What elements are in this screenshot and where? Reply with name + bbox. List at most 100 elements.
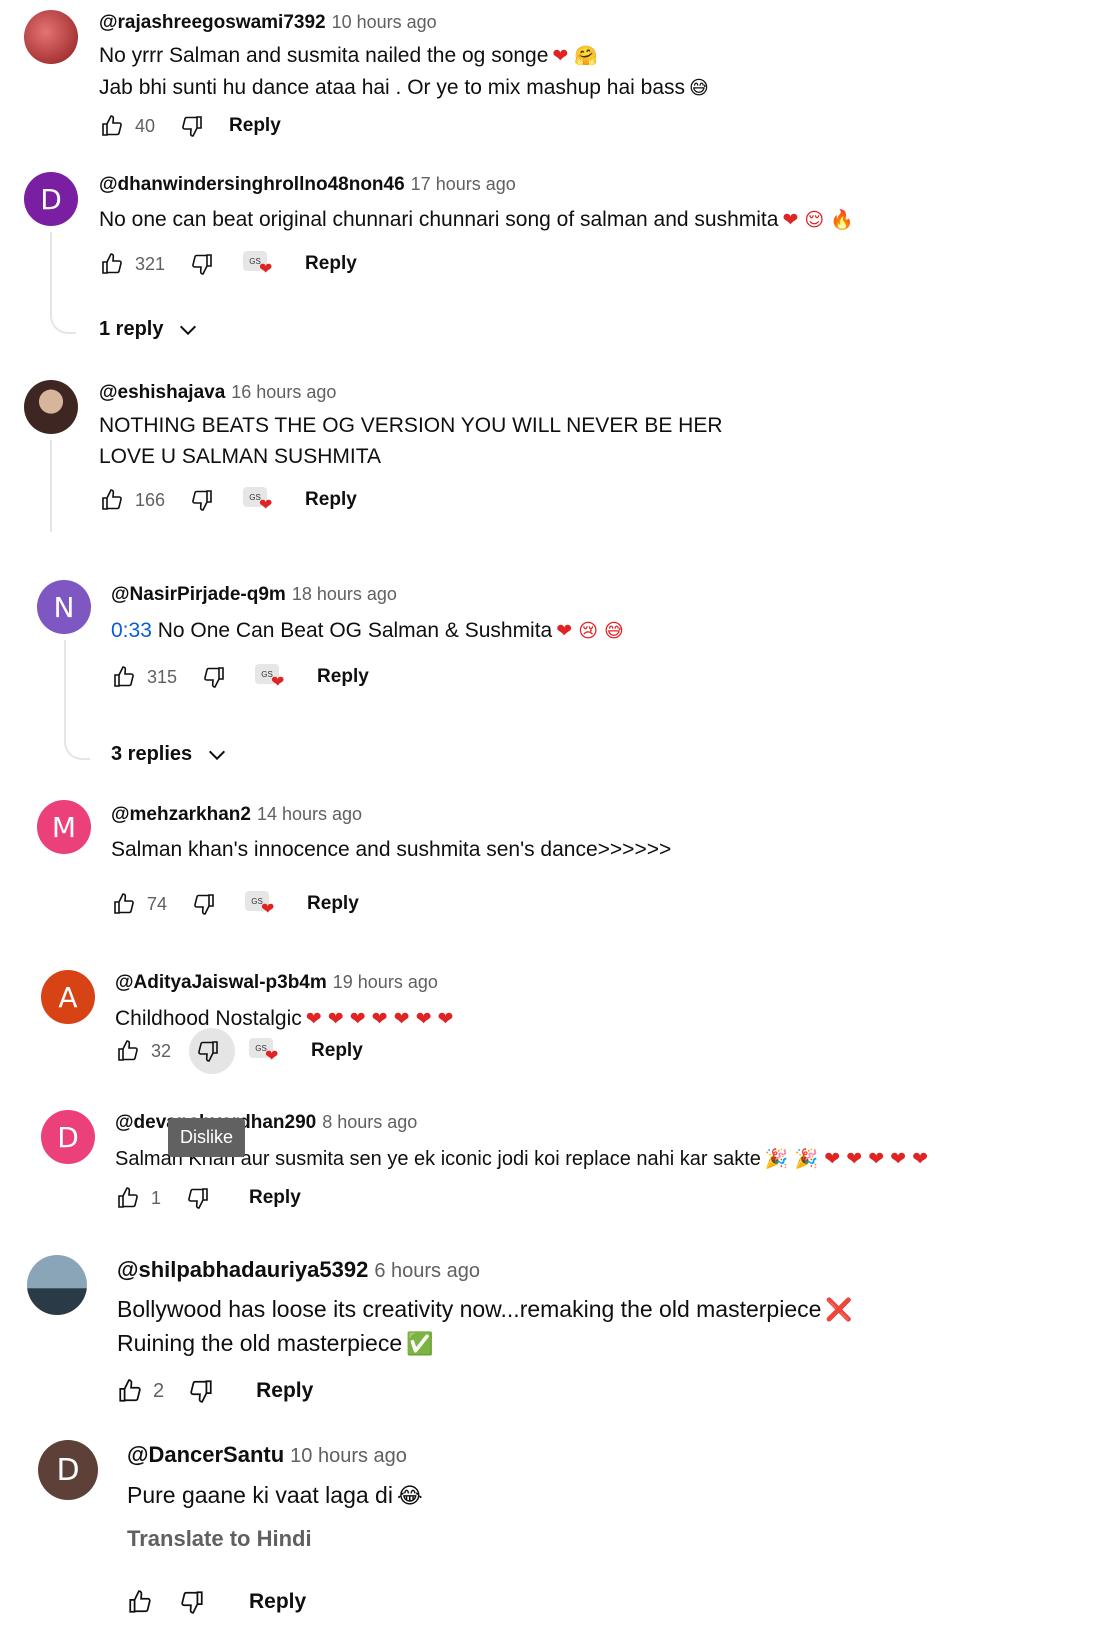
comment-author[interactable]: @eshishajava (99, 382, 225, 403)
reply-button[interactable]: Reply (256, 1379, 313, 1403)
comment-time[interactable]: 8 hours ago (322, 1112, 417, 1132)
comment-toolbar: 166 GS ❤ Reply (97, 482, 357, 518)
comment-toolbar: 315 GS ❤ Reply (109, 659, 369, 695)
dislike-icon[interactable] (189, 889, 219, 919)
like-icon[interactable] (97, 111, 127, 141)
reply-button[interactable]: Reply (307, 893, 359, 915)
reply-button[interactable]: Reply (305, 253, 357, 275)
avatar[interactable]: M (37, 800, 91, 854)
comment-time[interactable]: 10 hours ago (332, 12, 437, 32)
avatar[interactable]: D (41, 1110, 95, 1164)
like-count: 74 (147, 893, 168, 914)
like-icon[interactable] (97, 485, 127, 515)
comment-thread: @rajashreegoswami7392 10 hours ago No yrr… (0, 0, 1094, 160)
comment-time[interactable]: 10 hours ago (290, 1445, 407, 1467)
comment-author[interactable]: @rajashreegoswami7392 (99, 12, 326, 33)
chevron-down-icon (180, 325, 197, 335)
comment-thread: M @mehzarkhan2 14 hours ago Salman khan's… (0, 800, 1094, 930)
creator-heart-icon: GS ❤ (253, 662, 289, 692)
creator-heart-icon: GS ❤ (247, 1036, 283, 1066)
comment-author[interactable]: @NasirPirjade-q9m (111, 584, 286, 605)
dislike-icon[interactable] (186, 1376, 216, 1406)
dislike-icon[interactable] (187, 249, 217, 279)
comment-author[interactable]: @DancerSantu (127, 1442, 284, 1467)
dislike-tooltip: Dislike (168, 1118, 246, 1157)
view-replies-button[interactable]: 1 reply (99, 318, 199, 341)
like-icon[interactable] (113, 1036, 143, 1066)
timestamp-link[interactable]: 0:33 (111, 619, 152, 642)
comment-text: No yrrr Salman and susmita nailed the og… (99, 44, 709, 99)
like-icon[interactable] (109, 889, 139, 919)
comment-time[interactable]: 19 hours ago (333, 972, 438, 992)
like-count: 315 (147, 666, 178, 687)
reply-button[interactable]: Reply (249, 1187, 301, 1209)
comment-thread: A @AdityaJaiswal-p3b4m 19 hours ago Child… (0, 970, 1094, 1090)
reply-button[interactable]: Reply (305, 489, 357, 511)
comment-toolbar: 321 GS ❤ Reply (97, 246, 357, 282)
like-icon[interactable] (113, 1183, 143, 1213)
comment-thread: @eshishajava 16 hours ago NOTHING BEATS T… (0, 380, 1094, 550)
reply-button[interactable]: Reply (229, 115, 281, 137)
avatar[interactable] (24, 380, 78, 434)
thread-line (64, 736, 90, 760)
comment-text: 0:33 No One Can Beat OG Salman & Sushmit… (111, 619, 624, 642)
comment-thread: D @DancerSantu 10 hours ago Pure gaane ki… (0, 1440, 1094, 1650)
comment-text: Bollywood has loose its creativity now..… (117, 1296, 853, 1357)
comment-toolbar: 32 GS ❤ Reply (113, 1033, 363, 1069)
comment-text: Pure gaane ki vaat laga di 😂 (127, 1482, 423, 1509)
dislike-icon[interactable] (199, 662, 229, 692)
comment-text: Salman khan's innocence and sushmita sen… (111, 838, 672, 861)
thread-line (50, 232, 52, 310)
avatar[interactable] (24, 10, 78, 64)
dislike-icon[interactable] (177, 1587, 207, 1617)
chevron-down-icon (209, 750, 226, 760)
comment-thread: N @NasirPirjade-q9m 18 hours ago 0:33 No … (0, 580, 1094, 780)
like-count: 321 (135, 253, 166, 274)
comment-author[interactable]: @dhanwindersinghrollno48non46 (99, 174, 405, 195)
avatar[interactable] (27, 1255, 87, 1315)
comment-toolbar: 74 GS ❤ Reply (109, 886, 359, 922)
reply-button[interactable]: Reply (317, 666, 369, 688)
like-icon[interactable] (109, 662, 139, 692)
comment-text: NOTHING BEATS THE OG VERSION YOU WILL NE… (99, 414, 723, 468)
like-icon[interactable] (125, 1587, 155, 1617)
translate-link[interactable]: Translate to Hindi (127, 1526, 312, 1552)
like-count: 2 (153, 1379, 165, 1402)
view-replies-button[interactable]: 3 replies (111, 743, 228, 766)
comment-time[interactable]: 6 hours ago (374, 1260, 480, 1282)
comment-text: Childhood Nostalgic ❤ ❤ ❤ ❤ ❤ ❤ ❤ (115, 1007, 454, 1030)
comment-toolbar: 1 Reply (113, 1180, 301, 1216)
comment-author[interactable]: @mehzarkhan2 (111, 804, 251, 825)
avatar[interactable]: N (37, 580, 91, 634)
dislike-icon[interactable] (183, 1183, 213, 1213)
comment-time[interactable]: 14 hours ago (257, 804, 362, 824)
like-count: 166 (135, 489, 166, 510)
comment-thread: @shilpabhadauriya5392 6 hours ago Bollywo… (0, 1255, 1094, 1415)
reply-button[interactable]: Reply (249, 1590, 306, 1614)
creator-heart-icon: GS ❤ (243, 889, 279, 919)
thread-line (50, 440, 52, 532)
avatar[interactable]: A (41, 970, 95, 1024)
comment-toolbar: 2 Reply (115, 1373, 313, 1409)
like-icon[interactable] (115, 1376, 145, 1406)
like-icon[interactable] (97, 249, 127, 279)
comment-toolbar: Reply (125, 1584, 306, 1620)
comment-time[interactable]: 17 hours ago (411, 174, 516, 194)
comment-author[interactable]: @shilpabhadauriya5392 (117, 1257, 368, 1282)
like-count: 40 (135, 115, 156, 136)
thread-line (50, 310, 76, 334)
dislike-icon[interactable] (193, 1036, 223, 1066)
dislike-icon[interactable] (187, 485, 217, 515)
comment-time[interactable]: 18 hours ago (292, 584, 397, 604)
creator-heart-icon: GS ❤ (241, 485, 277, 515)
comment-thread: D @devanshvardhan2908 hours ago Salman K… (0, 1110, 1094, 1230)
reply-button[interactable]: Reply (311, 1040, 363, 1062)
avatar[interactable]: D (38, 1440, 98, 1500)
comment-text: No one can beat original chunnari chunna… (99, 208, 854, 231)
avatar[interactable]: D (24, 172, 78, 226)
comment-time[interactable]: 16 hours ago (231, 382, 336, 402)
creator-heart-icon: GS ❤ (241, 249, 277, 279)
comment-thread: D @dhanwindersinghrollno48non46 17 hours … (0, 160, 1094, 360)
dislike-icon[interactable] (177, 111, 207, 141)
comment-author[interactable]: @AdityaJaiswal-p3b4m (115, 972, 327, 993)
